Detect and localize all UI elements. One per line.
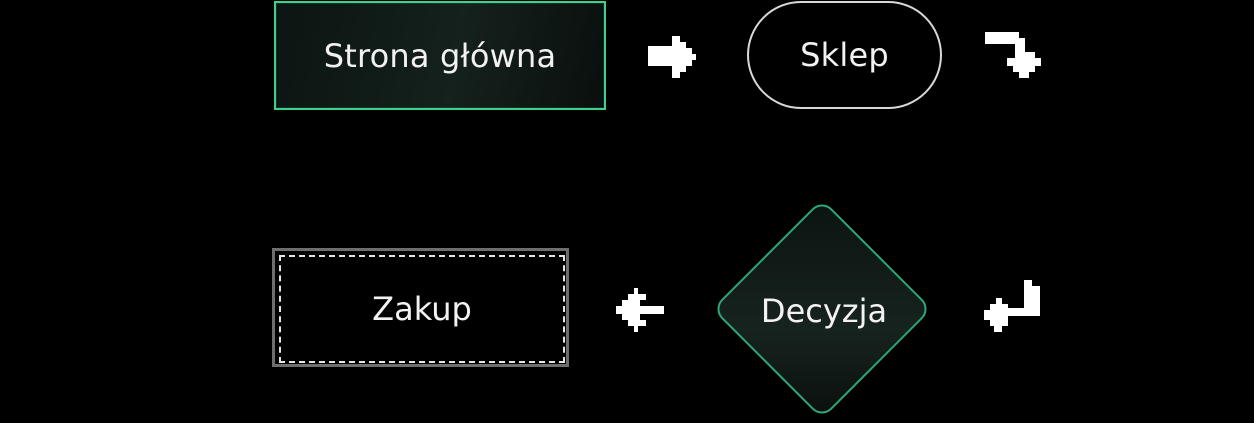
node-home-page[interactable]: Strona główna bbox=[274, 1, 606, 110]
arrow-return-left-icon bbox=[984, 280, 1040, 332]
node-decision[interactable]: Decyzja bbox=[711, 198, 936, 423]
node-purchase-inner: Zakup bbox=[279, 255, 565, 363]
arrow-right-icon bbox=[648, 36, 696, 78]
node-decision-label: Decyzja bbox=[760, 292, 888, 330]
arrow-left-icon bbox=[616, 288, 664, 332]
node-home-page-label: Strona główna bbox=[323, 36, 557, 75]
arrow-turn-down-icon bbox=[985, 32, 1041, 78]
node-purchase-label: Zakup bbox=[372, 290, 472, 328]
node-purchase[interactable]: Zakup bbox=[272, 248, 569, 367]
node-shop-label: Sklep bbox=[800, 36, 889, 74]
node-shop[interactable]: Sklep bbox=[747, 1, 942, 109]
